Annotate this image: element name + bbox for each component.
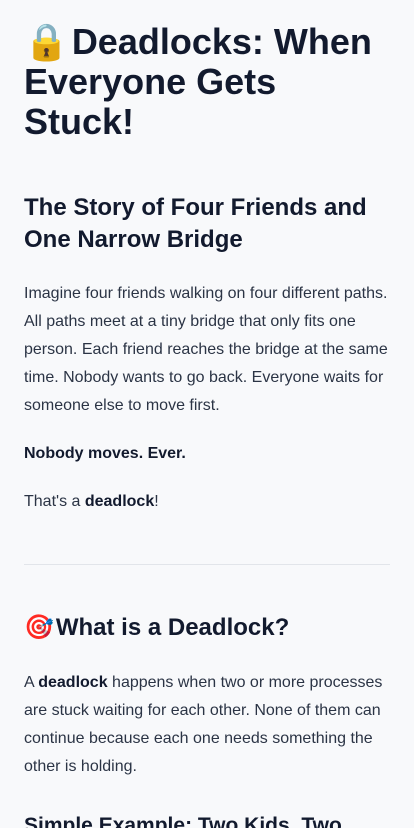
section-heading-example: Simple Example: Two Kids, Two Toys [24, 814, 342, 828]
nobody-moves-text: Nobody moves. Ever. [24, 445, 186, 462]
lock-icon: 🔒 [24, 21, 69, 62]
target-icon: 🎯 [24, 614, 54, 641]
article-page: 🔒 Deadlocks: When Everyone Gets Stuck! T… [0, 0, 414, 828]
page-title: 🔒 Deadlocks: When Everyone Gets Stuck! [24, 22, 394, 142]
story-paragraph: Imagine four friends walking on four dif… [24, 285, 388, 414]
deadlock-explanation: A deadlock happens when two or more proc… [24, 669, 390, 781]
section-heading-story: The Story of Four Friends and One Narrow… [24, 194, 367, 253]
explanation-keyword: deadlock [38, 674, 108, 691]
section-divider [24, 564, 390, 565]
page-title-text: Deadlocks: When Everyone Gets Stuck! [24, 21, 372, 142]
section-heading-what-is-deadlock: 🎯 What is a Deadlock? [24, 612, 394, 644]
deadlock-keyword: deadlock [84, 493, 155, 510]
explanation-prefix: A [24, 674, 39, 691]
deadlock-definition-line: That's a deadlock! [24, 488, 390, 516]
deadlock-line-suffix: ! [154, 493, 159, 510]
what-heading-text: What is a Deadlock? [55, 614, 290, 641]
deadlock-line-prefix: That's a [24, 493, 85, 510]
